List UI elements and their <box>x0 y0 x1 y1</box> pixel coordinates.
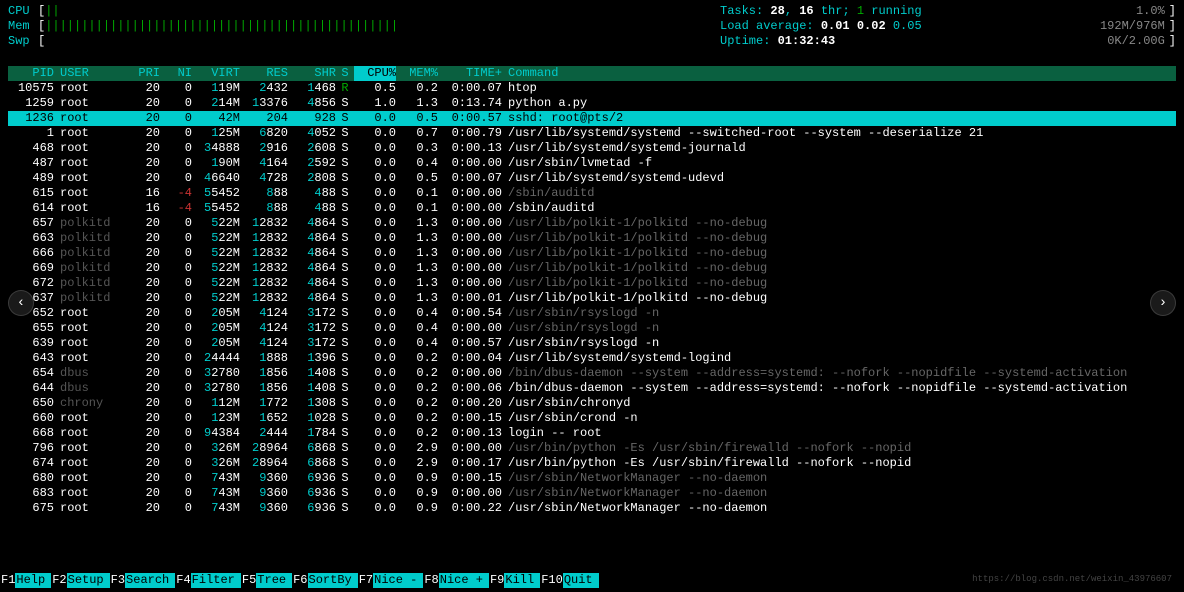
col-res[interactable]: RES <box>240 66 288 81</box>
process-row[interactable]: 643root2002444418881396S0.00.20:00.04/us… <box>8 351 1176 366</box>
fnkey-label[interactable]: Kill <box>504 573 540 588</box>
fnkey-f2[interactable]: F2 <box>51 573 66 588</box>
process-row[interactable]: 615root16-455452888488S0.00.10:00.00/sbi… <box>8 186 1176 201</box>
process-row[interactable]: 10575root200119M24321468R0.50.20:00.07ht… <box>8 81 1176 96</box>
fnkey-f4[interactable]: F4 <box>175 573 190 588</box>
fnkey-label[interactable]: Nice - <box>373 573 423 588</box>
load-1: 0.01 <box>821 19 850 33</box>
process-row[interactable]: 683root200743M93606936S0.00.90:00.00/usr… <box>8 486 1176 501</box>
process-list[interactable]: 10575root200119M24321468R0.50.20:00.07ht… <box>8 81 1176 516</box>
watermark: https://blog.csdn.net/weixin_43976607 <box>972 572 1172 587</box>
process-row[interactable]: 672polkitd200522M128324864S0.01.30:00.00… <box>8 276 1176 291</box>
fnkey-f5[interactable]: F5 <box>241 573 256 588</box>
cpu-bar: || <box>45 4 59 19</box>
process-row[interactable]: 614root16-455452888488S0.00.10:00.00/sbi… <box>8 201 1176 216</box>
process-row[interactable]: 637polkitd200522M128324864S0.01.30:00.01… <box>8 291 1176 306</box>
process-row[interactable]: 468root2003488829162608S0.00.30:00.13/us… <box>8 141 1176 156</box>
fnkey-label[interactable]: Filter <box>191 573 241 588</box>
col-shr[interactable]: SHR <box>288 66 336 81</box>
fnkey-f7[interactable]: F7 <box>358 573 373 588</box>
process-row[interactable]: 663polkitd200522M128324864S0.01.30:00.00… <box>8 231 1176 246</box>
col-s[interactable]: S <box>336 66 354 81</box>
process-row[interactable]: 1236root200142M52043928S0.00.50:00.57ssh… <box>8 111 1176 126</box>
swp-label: Swp <box>8 34 38 49</box>
process-row[interactable]: 674root200326M289646868S0.02.90:00.17/us… <box>8 456 1176 471</box>
fnkey-f1[interactable]: F1 <box>0 573 15 588</box>
process-row[interactable]: 680root200743M93606936S0.00.90:00.15/usr… <box>8 471 1176 486</box>
swp-meter: Swp[0K/2.00G] <box>8 34 1176 49</box>
process-row[interactable]: 652root200205M41243172S0.00.40:00.54/usr… <box>8 306 1176 321</box>
process-row[interactable]: 660root200123M16521028S0.00.20:00.15/usr… <box>8 411 1176 426</box>
task-stats: Tasks: 28, 16 thr; 1 running Load averag… <box>720 4 922 49</box>
process-row[interactable]: 487root200190M41642592S0.00.40:00.00/usr… <box>8 156 1176 171</box>
process-row[interactable]: 489root2004664047282808S0.00.50:00.07/us… <box>8 171 1176 186</box>
col-time[interactable]: TIME+ <box>438 66 502 81</box>
fnkey-label[interactable]: Help <box>15 573 51 588</box>
fnkey-f10[interactable]: F10 <box>540 573 563 588</box>
uptime: 01:32:43 <box>778 34 836 48</box>
process-row[interactable]: 796root200326M289646868S0.02.90:00.00/us… <box>8 441 1176 456</box>
carousel-prev-button[interactable]: ‹ <box>8 290 34 316</box>
fnkey-label[interactable]: Quit <box>563 573 599 588</box>
meters: CPU[||1.0%] Mem[||||||||||||||||||||||||… <box>8 4 1176 49</box>
col-command[interactable]: Command <box>502 66 1176 81</box>
fnkey-f8[interactable]: F8 <box>423 573 438 588</box>
load-3: 0.05 <box>893 19 922 33</box>
fnkey-label[interactable]: Setup <box>67 573 110 588</box>
col-pid[interactable]: PID <box>8 66 56 81</box>
col-ni[interactable]: NI <box>160 66 192 81</box>
process-row[interactable]: 657polkitd200522M128324864S0.01.30:00.00… <box>8 216 1176 231</box>
process-row[interactable]: 639root200205M41243172S0.00.40:00.57/usr… <box>8 336 1176 351</box>
cpu-label: CPU <box>8 4 38 19</box>
col-pri[interactable]: PRI <box>128 66 160 81</box>
threads-count: 16 <box>799 4 813 18</box>
carousel-next-button[interactable]: › <box>1150 290 1176 316</box>
mem-label: Mem <box>8 19 38 34</box>
col-mem[interactable]: MEM% <box>396 66 438 81</box>
process-row[interactable]: 666polkitd200522M128324864S0.01.30:00.00… <box>8 246 1176 261</box>
process-row[interactable]: 675root200743M93606936S0.00.90:00.22/usr… <box>8 501 1176 516</box>
mem-meter: Mem[||||||||||||||||||||||||||||||||||||… <box>8 19 1176 34</box>
process-row[interactable]: 668root2009438424441784S0.00.20:00.13log… <box>8 426 1176 441</box>
fnkey-label[interactable]: Search <box>125 573 175 588</box>
mem-reading: 192M/976M <box>899 19 1169 34</box>
process-row[interactable]: 669polkitd200522M128324864S0.01.30:00.00… <box>8 261 1176 276</box>
fnkey-f6[interactable]: F6 <box>292 573 307 588</box>
fnkey-f9[interactable]: F9 <box>489 573 504 588</box>
cpu-meter: CPU[||1.0%] <box>8 4 1176 19</box>
mem-bar: ||||||||||||||||||||||||||||||||||||||||… <box>45 19 398 34</box>
process-row[interactable]: 1259root200214M133764856S1.01.30:13.74py… <box>8 96 1176 111</box>
process-row[interactable]: 644dbus2003278018561408S0.00.20:00.06/bi… <box>8 381 1176 396</box>
fnkey-label[interactable]: SortBy <box>308 573 358 588</box>
process-row[interactable]: 654dbus2003278018561408S0.00.20:00.00/bi… <box>8 366 1176 381</box>
process-row[interactable]: 1root200125M68204052S0.00.70:00.79/usr/l… <box>8 126 1176 141</box>
process-row[interactable]: 655root200205M41243172S0.00.40:00.00/usr… <box>8 321 1176 336</box>
fnkey-label[interactable]: Tree <box>256 573 292 588</box>
htop-terminal[interactable]: CPU[||1.0%] Mem[||||||||||||||||||||||||… <box>0 0 1184 520</box>
process-row[interactable]: 650chrony200112M17721308S0.00.20:00.20/u… <box>8 396 1176 411</box>
col-user[interactable]: USER <box>56 66 128 81</box>
running-count: 1 <box>857 4 864 18</box>
column-header[interactable]: PIDUSERPRINIVIRTRESSHRSCPU%MEM%TIME+Comm… <box>8 66 1176 81</box>
fnkey-f3[interactable]: F3 <box>110 573 125 588</box>
col-cpu[interactable]: CPU% <box>354 66 396 81</box>
tasks-count: 28 <box>770 4 784 18</box>
fnkey-label[interactable]: Nice + <box>439 573 489 588</box>
col-virt[interactable]: VIRT <box>192 66 240 81</box>
load-2: 0.02 <box>857 19 886 33</box>
